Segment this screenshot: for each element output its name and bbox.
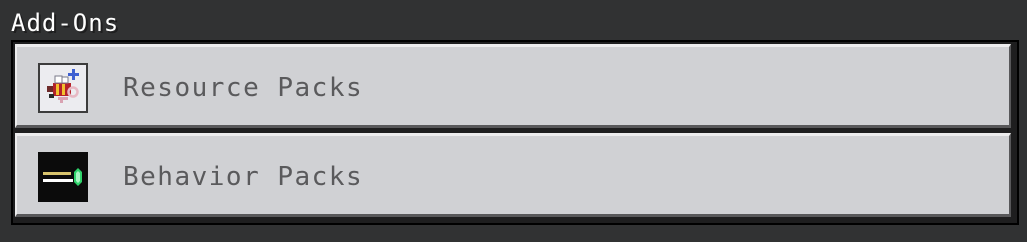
resource-packs-label: Resource Packs xyxy=(123,73,364,103)
section-title: Add-Ons xyxy=(11,9,120,37)
behavior-packs-label: Behavior Packs xyxy=(123,162,364,192)
resource-pack-icon xyxy=(38,63,88,113)
behavior-packs-button[interactable]: Behavior Packs xyxy=(15,133,1011,217)
add-ons-list: Resource Packs Behavior Packs xyxy=(11,40,1019,225)
resource-packs-button[interactable]: Resource Packs xyxy=(15,44,1011,128)
behavior-pack-icon xyxy=(38,152,88,202)
